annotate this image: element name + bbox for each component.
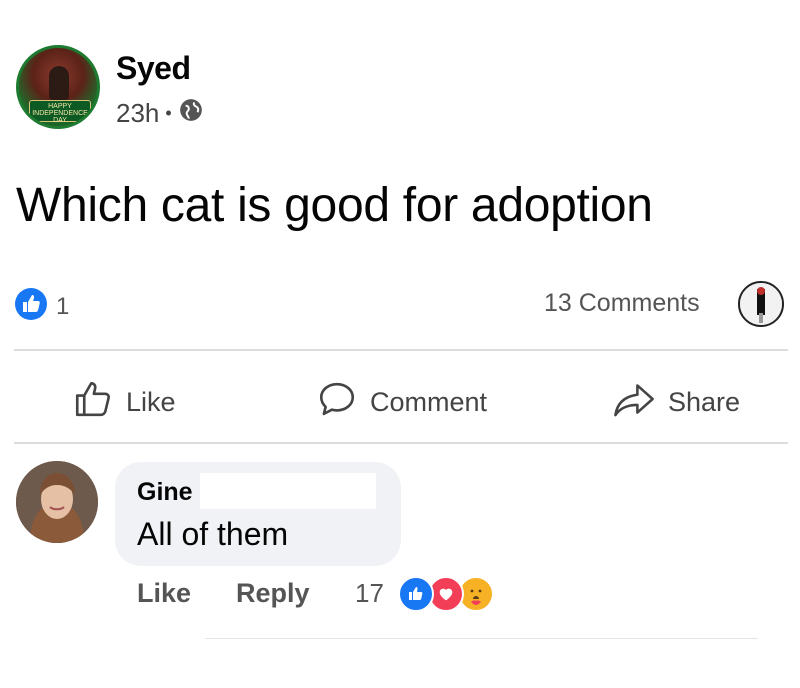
reactions-summary[interactable]: 1 [14, 287, 69, 326]
comment-button[interactable]: Comment [316, 378, 487, 427]
avatar-person-figure [49, 66, 69, 100]
comment-divider [205, 638, 758, 639]
commenter-avatar-figure [16, 461, 98, 543]
name-redaction [200, 473, 376, 509]
like-reaction-icon [14, 287, 48, 326]
share-label: Share [668, 387, 741, 417]
post-meta: 23h • [116, 97, 204, 130]
share-icon [612, 378, 656, 427]
like-count: 1 [56, 292, 70, 320]
comment-text: All of them [137, 516, 289, 552]
comment-icon [316, 378, 358, 427]
divider-top [14, 349, 788, 351]
post-time[interactable]: 23h [116, 98, 159, 129]
share-button[interactable]: Share [612, 378, 740, 427]
avatar-badge-text: HAPPY INDEPENDENCE DAY [29, 100, 91, 124]
comment-reaction-icons[interactable] [398, 576, 494, 612]
meta-separator: • [165, 103, 172, 123]
like-button[interactable]: Like [72, 378, 176, 427]
viewer-avatar[interactable] [738, 281, 784, 327]
comment-like-button[interactable]: Like [137, 578, 191, 609]
commenter-avatar[interactable] [16, 461, 98, 543]
like-label: Like [126, 387, 176, 417]
commenter-name[interactable]: Gine [137, 478, 193, 507]
thumbs-up-icon [72, 378, 114, 427]
post-text: Which cat is good for adoption [16, 179, 653, 232]
like-reaction-icon [398, 576, 434, 612]
divider-bottom [14, 442, 788, 444]
viewer-avatar-figure [740, 283, 782, 325]
poster-avatar[interactable]: HAPPY INDEPENDENCE DAY [16, 45, 100, 129]
comment-reaction-count[interactable]: 17 [355, 578, 384, 609]
comments-count-link[interactable]: 13 Comments [544, 289, 700, 318]
comment-label: Comment [370, 387, 488, 417]
poster-name[interactable]: Syed [116, 50, 191, 87]
comment-reply-button[interactable]: Reply [236, 578, 310, 609]
globe-icon [178, 97, 204, 130]
